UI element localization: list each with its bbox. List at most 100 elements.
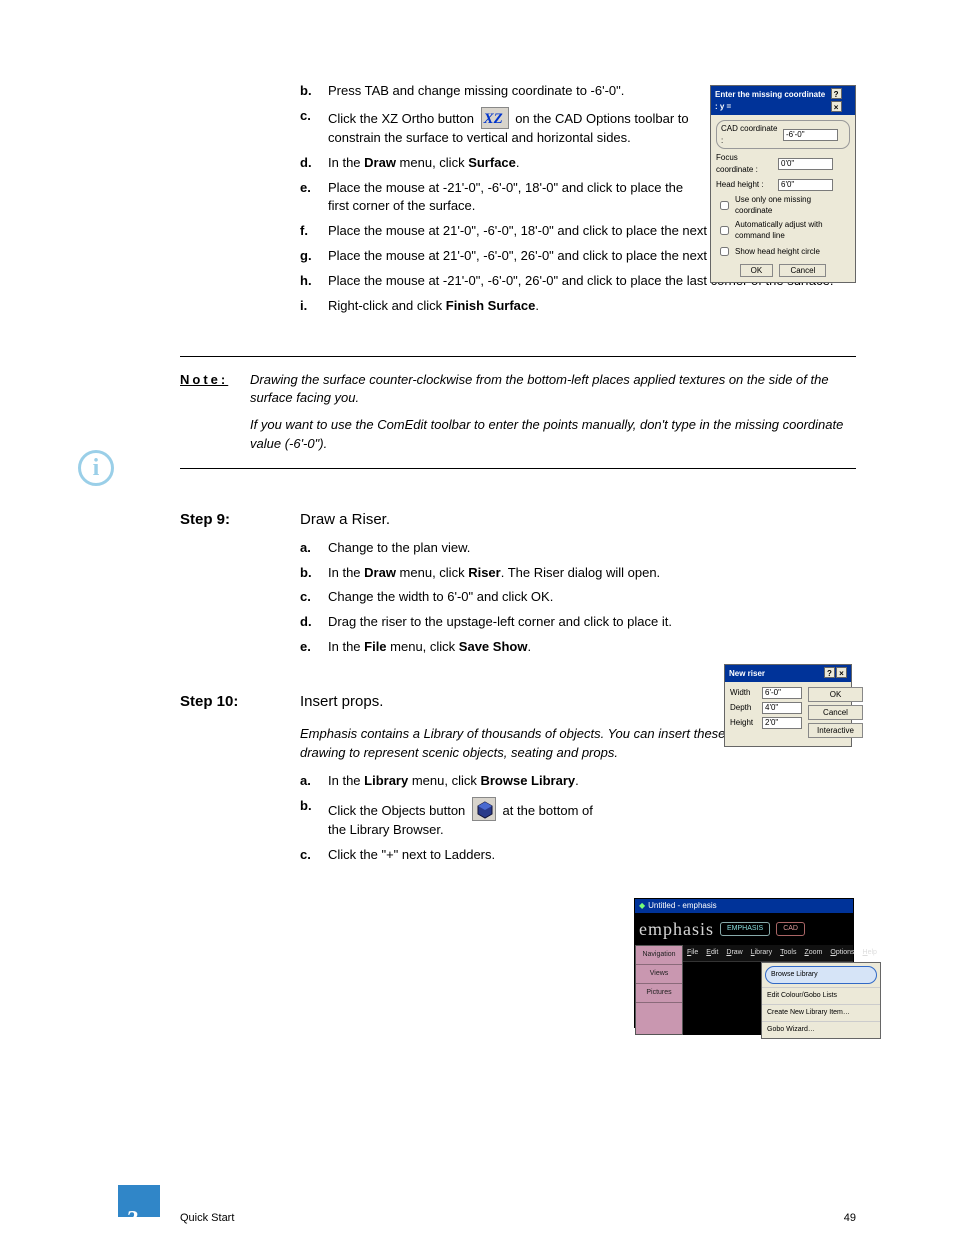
app-menubar: FileEditDrawLibraryToolsZoomOptionsHelp — [683, 945, 853, 962]
xz-ortho-button-icon — [481, 107, 509, 129]
item-marker: e. — [300, 179, 322, 198]
use-one-label: Use only one missing coordinate — [735, 194, 850, 217]
item-text: Drag the riser to the upstage-left corne… — [328, 614, 672, 629]
item-text: Click the XZ Ortho button on the CAD Opt… — [328, 111, 689, 145]
item-marker: a. — [300, 772, 322, 791]
menu-draw[interactable]: Draw — [726, 948, 742, 958]
menu-item[interactable]: Edit Colour/Gobo Lists — [762, 987, 880, 1004]
library-menu-dropdown: Browse Library Edit Colour/Gobo ListsCrea… — [761, 962, 881, 1040]
dialog-titlebar: Enter the missing coordinate : y = ? × — [711, 86, 855, 115]
close-icon[interactable]: × — [831, 101, 842, 112]
show-head-checkbox[interactable] — [720, 247, 729, 256]
item-marker: b. — [300, 82, 322, 101]
item-text: Press TAB and change missing coordinate … — [328, 83, 624, 98]
list-item: b. Press TAB and change missing coordinat… — [300, 82, 700, 101]
menu-options[interactable]: Options — [830, 948, 854, 958]
auto-adjust-label: Automatically adjust with command line — [735, 219, 850, 242]
cad-coord-label: CAD coordinate : — [721, 123, 779, 146]
menu-zoom[interactable]: Zoom — [804, 948, 822, 958]
item-marker: c. — [300, 588, 322, 607]
riser-depth-input[interactable] — [762, 702, 802, 714]
sidebar-item[interactable]: Views — [636, 965, 682, 984]
step-10-list: a. In the Library menu, click Browse Libr… — [300, 772, 600, 865]
help-icon[interactable]: ? — [831, 88, 842, 99]
emphasis-app-screenshot: ◆Untitled - emphasis emphasis EMPHASIS C… — [634, 898, 854, 1028]
item-marker: e. — [300, 638, 322, 657]
step-9-title: Draw a Riser. — [300, 509, 390, 531]
dialog-titlebar: New riser ?× — [725, 665, 851, 682]
menu-item[interactable]: Create New Library Item… — [762, 1004, 880, 1021]
riser-depth-label: Depth — [730, 702, 758, 714]
cad-tab[interactable]: CAD — [776, 922, 805, 936]
menu-item[interactable]: Browse Library — [765, 966, 877, 984]
item-text: In the Draw menu, click Surface. — [328, 155, 520, 170]
dialog-title-text: Enter the missing coordinate : y = — [715, 89, 830, 112]
item-marker: c. — [300, 846, 322, 865]
riser-ok-button[interactable]: OK — [808, 687, 863, 702]
step-10-label: Step 10: — [180, 691, 300, 713]
sidebar-item[interactable]: Pictures — [636, 984, 682, 1003]
item-text: Click the "+" next to Ladders. — [328, 847, 495, 862]
riser-width-input[interactable] — [762, 687, 802, 699]
focus-coord-label: Focus coordinate : — [716, 152, 774, 175]
menu-help[interactable]: Help — [863, 948, 877, 958]
show-head-label: Show head height circle — [735, 246, 820, 258]
item-text: In the Library menu, click Browse Librar… — [328, 773, 579, 788]
list-item: c. Change the width to 6'-0" and click OK… — [300, 588, 700, 607]
riser-height-label: Height — [730, 717, 758, 729]
list-item: b. In the Draw menu, click Riser. The Ris… — [300, 564, 700, 583]
emphasis-tab[interactable]: EMPHASIS — [720, 922, 770, 936]
menu-tools[interactable]: Tools — [780, 948, 796, 958]
menu-file[interactable]: File — [687, 948, 698, 958]
list-item: e. Place the mouse at -21'-0", -6'-0", 18… — [300, 179, 700, 217]
head-height-input[interactable] — [778, 179, 833, 191]
close-icon[interactable]: × — [836, 667, 847, 678]
menu-library[interactable]: Library — [751, 948, 772, 958]
item-text: Change to the plan view. — [328, 540, 470, 555]
focus-coord-input[interactable] — [778, 158, 833, 170]
app-brand-word: emphasis — [639, 916, 714, 942]
riser-width-label: Width — [730, 687, 758, 699]
item-marker: a. — [300, 539, 322, 558]
ok-button[interactable]: OK — [740, 264, 774, 277]
item-marker: i. — [300, 297, 322, 316]
item-marker: c. — [300, 107, 322, 126]
menu-item[interactable]: Gobo Wizard… — [762, 1021, 880, 1038]
note-paragraph-2: If you want to use the ComEdit toolbar t… — [250, 416, 856, 454]
item-text: Change the width to 6'-0" and click OK. — [328, 589, 553, 604]
missing-coordinate-dialog: Enter the missing coordinate : y = ? × CA… — [710, 85, 856, 283]
auto-adjust-checkbox[interactable] — [720, 226, 729, 235]
item-text: In the Draw menu, click Riser. The Riser… — [328, 565, 660, 580]
list-item: d. In the Draw menu, click Surface. — [300, 154, 700, 173]
cancel-button[interactable]: Cancel — [779, 264, 826, 277]
riser-interactive-button[interactable]: Interactive — [808, 723, 863, 738]
use-one-checkbox[interactable] — [720, 201, 729, 210]
app-window-title: Untitled - emphasis — [648, 900, 716, 912]
help-icon[interactable]: ? — [824, 667, 835, 678]
sidebar-item[interactable]: Navigation — [636, 946, 682, 965]
item-marker: b. — [300, 564, 322, 583]
item-marker: d. — [300, 613, 322, 632]
item-text: In the File menu, click Save Show. — [328, 639, 531, 654]
item-marker: g. — [300, 247, 322, 266]
list-item: a. In the Library menu, click Browse Libr… — [300, 772, 600, 791]
item-text: Click the Objects button at the bottom o… — [328, 803, 593, 837]
cad-coord-input[interactable] — [783, 129, 838, 141]
dialog-title-text: New riser — [729, 668, 765, 680]
objects-button-icon — [472, 797, 496, 821]
riser-height-input[interactable] — [762, 717, 802, 729]
list-item: c. Click the XZ Ortho button on the CAD O… — [300, 107, 700, 148]
app-sidebar: NavigationViewsPictures — [635, 945, 683, 1035]
menu-edit[interactable]: Edit — [706, 948, 718, 958]
item-text: Place the mouse at -21'-0", -6'-0", 18'-… — [328, 180, 683, 214]
step-9-label: Step 9: — [180, 509, 300, 531]
item-marker: d. — [300, 154, 322, 173]
item-marker: b. — [300, 797, 322, 816]
list-item: i.Right-click and click Finish Surface. — [300, 297, 856, 316]
list-item: e. In the File menu, click Save Show. — [300, 638, 700, 657]
list-item: a. Change to the plan view. — [300, 539, 700, 558]
list-item: c. Click the "+" next to Ladders. — [300, 846, 600, 865]
page-number: 49 — [844, 1211, 856, 1227]
list-item: b. Click the Objects button at the bottom… — [300, 797, 600, 840]
riser-cancel-button[interactable]: Cancel — [808, 705, 863, 720]
